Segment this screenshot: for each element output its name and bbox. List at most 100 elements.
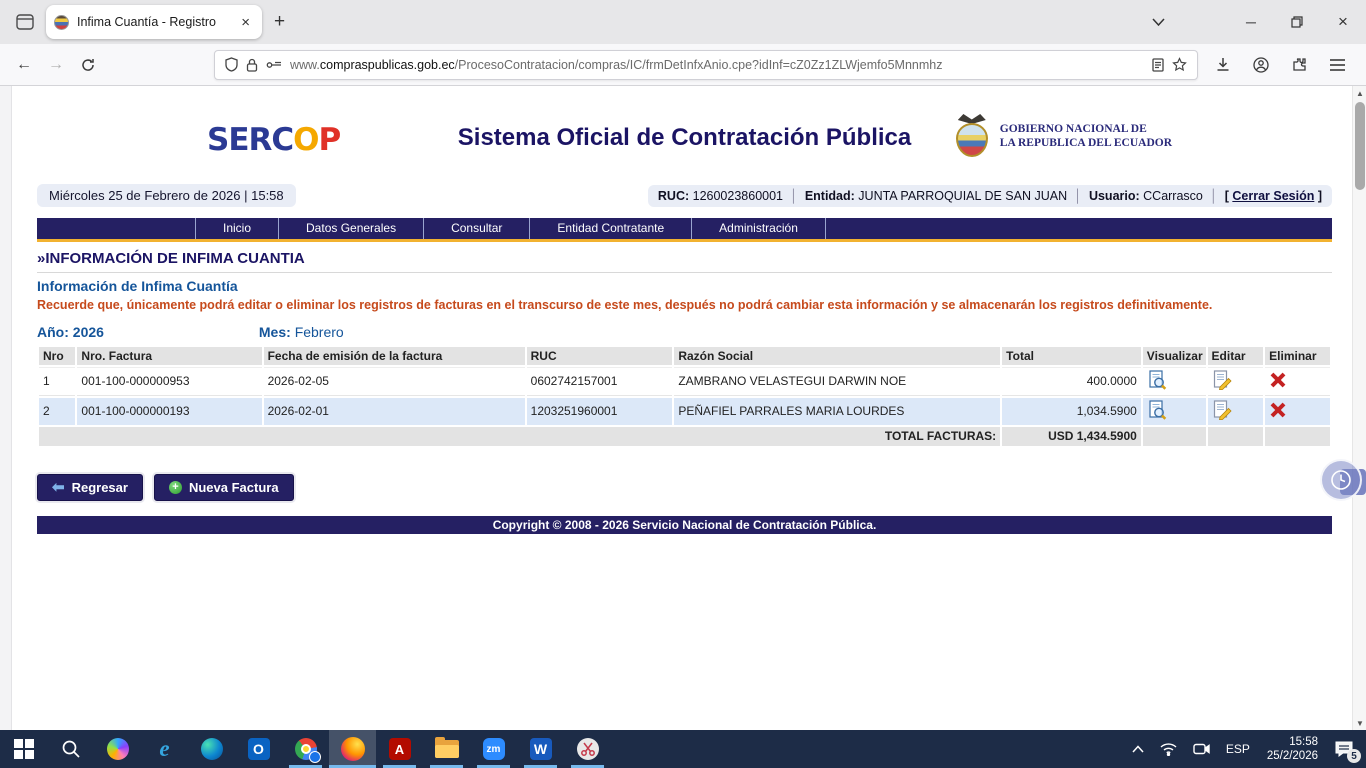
nav-item-inicio[interactable]: Inicio <box>195 218 278 239</box>
outlook-icon: O <box>248 738 270 760</box>
date-badge: Miércoles 25 de Febrero de 2026 | 15:58 <box>37 184 296 207</box>
plus-icon: + <box>169 481 182 494</box>
taskbar-firefox-button[interactable] <box>329 730 376 768</box>
page-viewport: SERCOP Sistema Oficial de Contratación P… <box>0 86 1366 730</box>
nav-item-administracion[interactable]: Administración <box>691 218 826 239</box>
account-icon[interactable] <box>1244 50 1278 80</box>
taskbar-search-button[interactable] <box>47 730 94 768</box>
screen-overlay-widget[interactable] <box>1320 459 1362 501</box>
vertical-scrollbar[interactable]: ▲ ▼ <box>1352 86 1366 730</box>
cell-ruc: 0602742157001 <box>527 367 673 396</box>
col-ruc: RUC <box>527 347 673 365</box>
windows-taskbar: e O A zm W <box>0 730 1366 768</box>
col-editar: Editar <box>1208 347 1264 365</box>
section-title: Información de Infima Cuantía <box>37 278 1332 294</box>
taskbar-internet-explorer-button[interactable]: e <box>141 730 188 768</box>
edit-invoice-icon[interactable] <box>1212 400 1232 423</box>
taskbar-chrome-button[interactable] <box>282 730 329 768</box>
taskbar-copilot-button[interactable] <box>94 730 141 768</box>
browser-tab[interactable]: Infima Cuantía - Registro × <box>46 5 262 39</box>
taskbar-word-button[interactable]: W <box>517 730 564 768</box>
notification-center-icon[interactable]: 5 <box>1328 730 1360 768</box>
new-invoice-button[interactable]: + Nueva Factura <box>154 474 294 501</box>
main-navigation: Inicio Datos Generales Consultar Entidad… <box>37 218 1332 239</box>
meet-now-icon[interactable] <box>1186 730 1217 768</box>
view-invoice-icon[interactable] <box>1147 370 1167 393</box>
new-tab-button[interactable]: + <box>262 11 297 33</box>
close-window-button[interactable]: × <box>1320 0 1366 44</box>
ruc-value: 1260023860001 <box>693 189 783 203</box>
internet-explorer-icon: e <box>159 736 169 762</box>
tray-chevron-up-icon[interactable] <box>1125 730 1151 768</box>
delete-invoice-icon[interactable] <box>1269 371 1287 392</box>
year-label: Año: <box>37 324 69 340</box>
word-icon: W <box>530 738 552 760</box>
nav-item-consultar[interactable]: Consultar <box>423 218 529 239</box>
tray-clock[interactable]: 15:58 25/2/2026 <box>1259 735 1326 764</box>
reload-icon[interactable] <box>72 50 104 80</box>
browser-toolbar: ← → www.compra <box>0 44 1366 86</box>
cell-razon: ZAMBRANO VELASTEGUI DARWIN NOE <box>674 367 1000 396</box>
screen: Infima Cuantía - Registro × + ─ × ← → <box>0 0 1366 768</box>
scroll-down-icon[interactable]: ▼ <box>1353 716 1366 730</box>
tray-time: 15:58 <box>1267 735 1318 749</box>
col-total: Total <box>1002 347 1141 365</box>
entidad-value: JUNTA PARROQUIAL DE SAN JUAN <box>858 189 1067 203</box>
list-all-tabs-icon[interactable] <box>1128 0 1188 44</box>
nav-item-datos-generales[interactable]: Datos Generales <box>278 218 423 239</box>
tab-close-icon[interactable]: × <box>237 14 254 31</box>
government-logo: GOBIERNO NACIONAL DE LA REPUBLICA DEL EC… <box>952 114 1172 158</box>
taskbar-edge-button[interactable] <box>188 730 235 768</box>
language-indicator[interactable]: ESP <box>1219 730 1257 768</box>
month-value: Febrero <box>295 324 344 340</box>
back-page-button[interactable]: ⬅ Regresar <box>37 474 143 501</box>
taskbar-zoom-button[interactable]: zm <box>470 730 517 768</box>
col-nro: Nro <box>39 347 75 365</box>
clock-overlay-icon[interactable] <box>1320 459 1362 501</box>
taskbar-outlook-button[interactable]: O <box>235 730 282 768</box>
cell-fecha: 2026-02-05 <box>264 367 525 396</box>
wifi-icon[interactable] <box>1153 730 1184 768</box>
permissions-icon[interactable] <box>266 60 282 70</box>
cell-total: 1,034.5900 <box>1002 398 1141 425</box>
shield-icon[interactable] <box>225 57 238 72</box>
taskbar-snip-button[interactable] <box>564 730 611 768</box>
scrollbar-thumb[interactable] <box>1355 102 1365 190</box>
cell-ruc: 1203251960001 <box>527 398 673 425</box>
url-text: www.compraspublicas.gob.ec/ProcesoContra… <box>290 58 1144 72</box>
start-button[interactable] <box>0 730 47 768</box>
back-icon[interactable]: ← <box>8 50 40 80</box>
col-factura: Nro. Factura <box>77 347 261 365</box>
session-info: RUC: 1260023860001 │ Entidad: JUNTA PARR… <box>648 185 1332 207</box>
scroll-up-icon[interactable]: ▲ <box>1353 86 1366 100</box>
col-eliminar: Eliminar <box>1265 347 1330 365</box>
downloads-icon[interactable] <box>1206 50 1240 80</box>
total-value: USD 1,434.5900 <box>1002 427 1141 446</box>
edit-invoice-icon[interactable] <box>1212 370 1232 393</box>
url-bar[interactable]: www.compraspublicas.gob.ec/ProcesoContra… <box>214 50 1198 80</box>
reader-view-icon[interactable] <box>1152 58 1164 72</box>
site-favicon-icon <box>54 15 69 30</box>
restore-button[interactable] <box>1274 0 1320 44</box>
nav-item-entidad-contratante[interactable]: Entidad Contratante <box>529 218 691 239</box>
lock-icon[interactable] <box>246 58 258 72</box>
view-invoice-icon[interactable] <box>1147 400 1167 423</box>
invoices-table: Nro Nro. Factura Fecha de emisión de la … <box>37 345 1332 448</box>
logout-link[interactable]: Cerrar Sesión <box>1232 189 1314 203</box>
bookmark-star-icon[interactable] <box>1172 57 1187 72</box>
period-row: Año: 2026 Mes: Febrero <box>37 324 1332 340</box>
zoom-app-icon: zm <box>483 738 505 760</box>
breadcrumb: »INFORMACIÓN DE INFIMA CUANTIA <box>37 242 1332 273</box>
delete-invoice-icon[interactable] <box>1269 401 1287 422</box>
page-margin <box>0 86 12 730</box>
firefox-icon <box>341 737 365 761</box>
taskbar-acrobat-button[interactable]: A <box>376 730 423 768</box>
taskbar-file-explorer-button[interactable] <box>423 730 470 768</box>
minimize-button[interactable]: ─ <box>1228 0 1274 44</box>
forward-icon[interactable]: → <box>40 50 72 80</box>
firefox-view-icon[interactable] <box>8 7 42 37</box>
menu-hamburger-icon[interactable] <box>1320 50 1354 80</box>
search-icon <box>61 739 81 759</box>
browser-tab-strip: Infima Cuantía - Registro × + ─ × <box>0 0 1366 44</box>
extensions-puzzle-icon[interactable] <box>1282 50 1316 80</box>
